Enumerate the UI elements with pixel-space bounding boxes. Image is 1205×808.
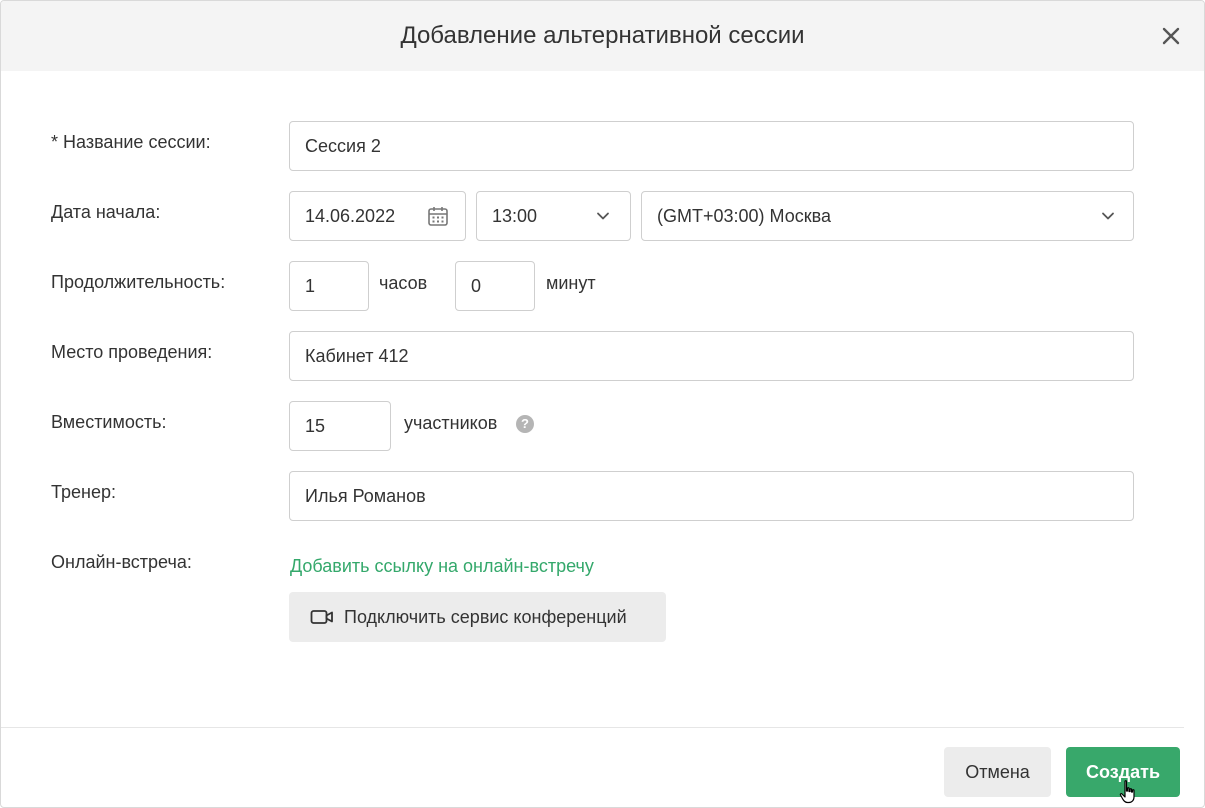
session-name-input[interactable]: Сессия 2 — [289, 121, 1134, 171]
trainer-input[interactable]: Илья Романов — [289, 471, 1134, 521]
location-input[interactable]: Кабинет 412 — [289, 331, 1134, 381]
trainer-label: Тренер: — [51, 482, 116, 502]
date-value: 14.06.2022 — [305, 206, 396, 226]
date-input[interactable]: 14.06.2022 — [289, 191, 466, 241]
location-label: Место проведения: — [51, 342, 213, 362]
connect-conference-button[interactable]: Подключить сервис конференций — [289, 592, 666, 642]
add-online-link[interactable]: Добавить ссылку на онлайн-встречу — [290, 556, 594, 577]
close-icon — [1162, 27, 1180, 45]
dialog-title: Добавление альтернативной сессии — [400, 22, 805, 49]
calendar-icon — [428, 207, 448, 226]
dialog-header: Добавление альтернативной сессии — [1, 1, 1204, 71]
hours-value: 1 — [305, 276, 316, 296]
hours-unit-label: часов — [379, 273, 428, 293]
chevron-down-icon — [597, 212, 609, 220]
session-name-label: * Название сессии: — [51, 132, 211, 152]
capacity-label: Вместимость: — [51, 412, 167, 432]
timezone-select[interactable]: (GMT+03:00) Москва — [641, 191, 1134, 241]
duration-label: Продолжительность: — [51, 272, 226, 292]
location-value: Кабинет 412 — [305, 346, 409, 366]
online-meeting-label: Онлайн-встреча: — [51, 552, 192, 572]
capacity-input[interactable]: 15 — [289, 401, 391, 451]
duration-hours-input[interactable]: 1 — [289, 261, 369, 311]
time-select[interactable]: 13:00 — [476, 191, 631, 241]
connect-conference-label: Подключить сервис конференций — [344, 607, 627, 627]
minutes-unit-label: минут — [546, 273, 596, 293]
trainer-value: Илья Романов — [305, 486, 426, 506]
close-button[interactable] — [1158, 23, 1184, 49]
start-date-label: Дата начала: — [51, 202, 161, 222]
video-camera-icon — [310, 610, 333, 624]
modal-dialog: Добавление альтернативной сессии * Назва… — [0, 0, 1205, 808]
session-name-value: Сессия 2 — [305, 136, 381, 156]
capacity-value: 15 — [305, 416, 326, 436]
capacity-unit-label: участников — [404, 413, 498, 433]
footer-divider — [1, 727, 1184, 728]
cancel-button[interactable]: Отмена — [944, 747, 1051, 797]
minutes-value: 0 — [471, 276, 482, 296]
hand-pointer-icon — [1119, 780, 1135, 804]
timezone-value: (GMT+03:00) Москва — [657, 206, 831, 226]
time-value: 13:00 — [492, 206, 538, 226]
duration-minutes-input[interactable]: 0 — [455, 261, 535, 311]
help-icon[interactable]: ? — [516, 415, 534, 433]
chevron-down-icon — [1102, 212, 1114, 220]
